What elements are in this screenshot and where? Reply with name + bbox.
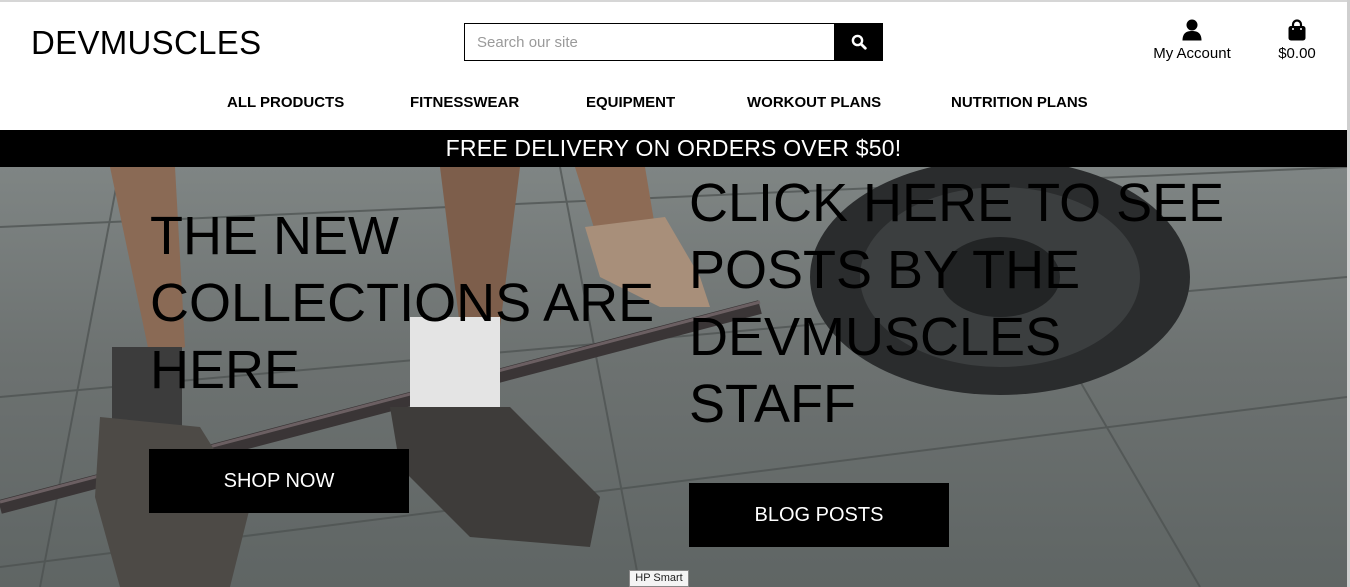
hero-right-title[interactable]: CLICK HERE TO SEE POSTS BY THE DEVMUSCLE… bbox=[689, 170, 1229, 438]
search-form bbox=[464, 23, 883, 61]
delivery-banner: FREE DELIVERY ON ORDERS OVER $50! bbox=[0, 130, 1347, 167]
search-input[interactable] bbox=[464, 23, 834, 61]
bag-total: $0.00 bbox=[1278, 45, 1316, 62]
blog-posts-button[interactable]: BLOG POSTS bbox=[689, 483, 949, 547]
my-account-label: My Account bbox=[1153, 45, 1231, 62]
site-header: DEVMUSCLES My Account $0.00 ALL PRODUCTS… bbox=[0, 2, 1347, 130]
nav-nutrition-plans[interactable]: NUTRITION PLANS bbox=[951, 94, 1088, 111]
search-button[interactable] bbox=[834, 23, 883, 61]
search-icon bbox=[851, 34, 867, 50]
hero-left-title: THE NEW COLLECTIONS ARE HERE bbox=[150, 206, 655, 400]
user-icon bbox=[1182, 19, 1202, 41]
taskbar-tooltip: HP Smart bbox=[629, 570, 689, 587]
shopping-bag-icon bbox=[1288, 19, 1306, 41]
site-logo[interactable]: DEVMUSCLES bbox=[31, 24, 261, 62]
nav-workout-plans[interactable]: WORKOUT PLANS bbox=[747, 94, 881, 111]
nav-equipment[interactable]: EQUIPMENT bbox=[586, 94, 675, 111]
nav-all-products[interactable]: ALL PRODUCTS bbox=[227, 94, 344, 111]
shopping-bag-link[interactable]: $0.00 bbox=[1272, 19, 1322, 62]
hero-section: THE NEW COLLECTIONS ARE HERE CLICK HERE … bbox=[0, 167, 1347, 587]
my-account-link[interactable]: My Account bbox=[1148, 19, 1236, 62]
nav-fitnesswear[interactable]: FITNESSWEAR bbox=[410, 94, 519, 111]
main-navigation: ALL PRODUCTS FITNESSWEAR EQUIPMENT WORKO… bbox=[0, 94, 1347, 116]
shop-now-button[interactable]: SHOP NOW bbox=[149, 449, 409, 513]
